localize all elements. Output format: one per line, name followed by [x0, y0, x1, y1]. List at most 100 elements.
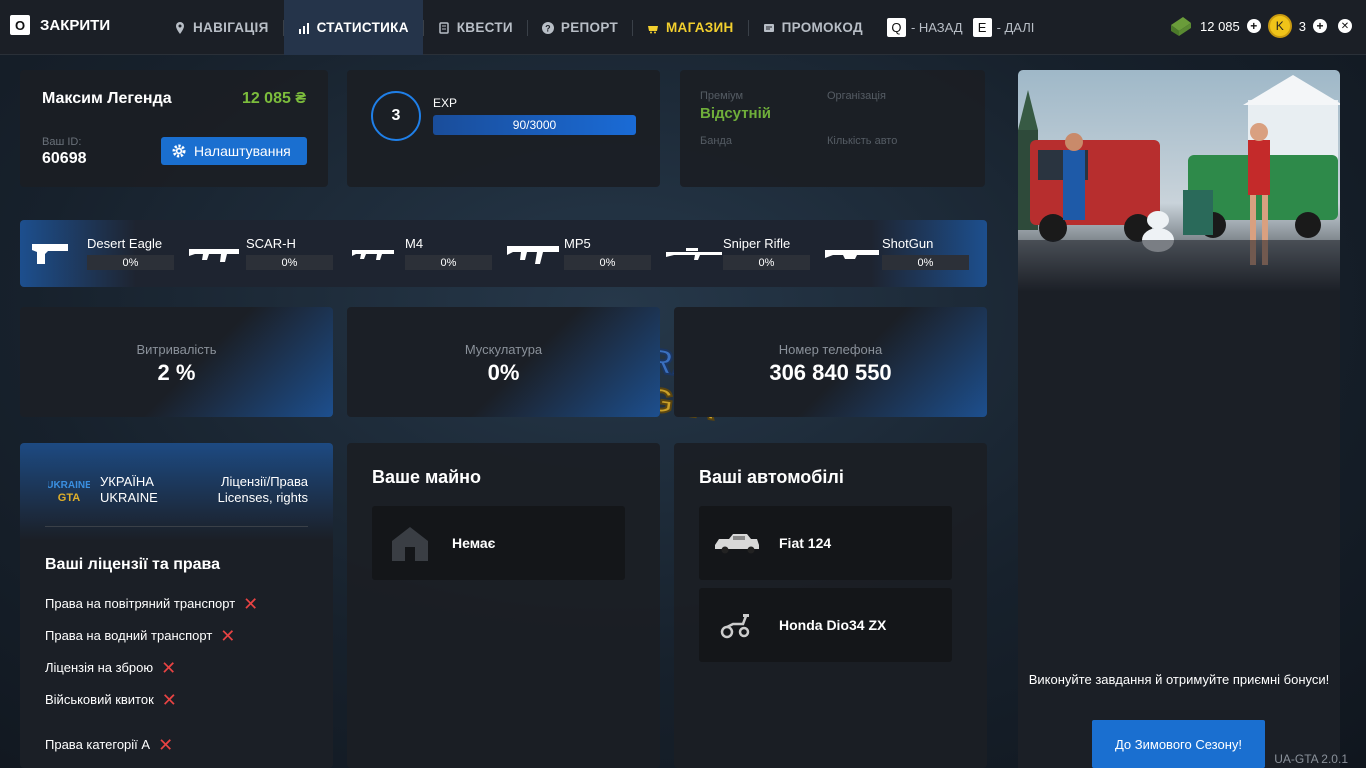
rifle-icon	[352, 250, 394, 260]
version-label: UA-GTA 2.0.1	[1274, 752, 1348, 766]
shop-icon	[648, 25, 659, 33]
divider	[45, 526, 308, 527]
nav-item-navigation[interactable]: НАВІГАЦІЯ	[160, 0, 283, 55]
type-ua: Ліцензії/Права	[221, 474, 308, 489]
nav-label: МАГАЗИН	[666, 20, 734, 35]
cross-icon: ✕	[158, 734, 174, 755]
cash-icon	[1171, 17, 1191, 36]
nav-item-statistics[interactable]: СТАТИСТИКА	[283, 0, 423, 55]
weapon-sniper-rifle: Sniper Rifle 0%	[656, 220, 815, 287]
nav-label: КВЕСТИ	[456, 20, 513, 35]
promo-description: Виконуйте завдання й отримуйте приємні б…	[1028, 672, 1330, 687]
back-key: Q	[886, 18, 906, 37]
stat-label: Витривалість	[136, 342, 217, 357]
info-panel: Преміум Відсутній Організація Банда Кіль…	[680, 70, 985, 187]
gear-icon	[172, 144, 186, 158]
weapon-name: M4	[405, 236, 424, 251]
weapon-name: MP5	[564, 236, 591, 251]
property-card[interactable]: Немає	[372, 506, 625, 580]
property-name: Немає	[452, 535, 496, 551]
exp-progress-bar: 90/3000	[433, 115, 636, 135]
close-button[interactable]: O ЗАКРИТИ	[10, 15, 110, 35]
weapon-skill-bar: 0%	[405, 255, 492, 270]
car-name: Fiat 124	[779, 535, 832, 551]
car-card[interactable]: Honda Dio34 ZX	[699, 588, 952, 662]
player-id: 60698	[42, 150, 87, 167]
winter-season-button[interactable]: До Зимового Сезону!	[1092, 720, 1265, 768]
sniper-icon	[666, 248, 722, 260]
exp-label: EXP	[433, 96, 458, 110]
back-label: - НАЗАД	[910, 20, 963, 35]
settings-button[interactable]: Налаштування	[161, 137, 307, 165]
coin-icon: K	[1267, 14, 1292, 38]
currency-area: 12 085 + K 3 + ✕	[1169, 14, 1352, 38]
licenses-title: Ваші ліцензії та права	[45, 556, 221, 573]
cross-icon: ✕	[220, 625, 236, 646]
cars-title: Ваші автомобілі	[699, 467, 844, 487]
nav-label: НАВІГАЦІЯ	[193, 20, 269, 35]
car-name: Honda Dio34 ZX	[779, 617, 887, 633]
exp-text: 90/3000	[512, 118, 557, 132]
license-name: Військовий квиток	[45, 692, 154, 707]
stat-card-stamina: Витривалість 2 %	[20, 307, 333, 417]
stat-card-muscles: Мускулатура 0%	[347, 307, 660, 417]
nav-item-shop[interactable]: МАГАЗИН	[633, 0, 748, 55]
level-panel: 3 EXP 90/3000	[347, 70, 660, 187]
license-name: Права категорії А	[45, 737, 151, 752]
weapon-name: Desert Eagle	[87, 236, 163, 251]
country-en: UKRAINE	[100, 490, 158, 505]
add-money-button[interactable]: +	[1246, 19, 1261, 33]
ticket-icon	[763, 23, 774, 32]
profile-panel: Максим Легенда 12 085 ₴ Ваш ID: 60698 На…	[20, 70, 328, 187]
cars-count-label: Кількість авто	[827, 135, 898, 147]
svg-text:GTA: GTA	[58, 492, 80, 504]
cross-icon: ✕	[161, 689, 177, 710]
close-icon[interactable]: ✕	[1338, 19, 1352, 33]
weapon-skill: 0%	[281, 256, 298, 269]
next-button[interactable]: E - ДАЛІ	[972, 18, 1035, 37]
weapon-name: SCAR-H	[246, 236, 296, 251]
settings-label: Налаштування	[194, 143, 291, 159]
nav-item-quests[interactable]: КВЕСТИ	[424, 0, 527, 55]
ukraine-gta-logo: UKRAINE GTA	[48, 480, 90, 504]
winter-season-promo: Виконуйте завдання й отримуйте приємні б…	[1018, 70, 1340, 768]
weapon-name: Sniper Rifle	[723, 236, 791, 251]
quest-icon	[439, 21, 449, 34]
stat-value: 2 %	[157, 360, 196, 385]
nav-label: ПРОМОКОД	[781, 20, 863, 35]
license-item: Ліцензія на зброю ✕	[45, 657, 177, 678]
weapon-skill-bar: 0%	[246, 255, 333, 270]
property-panel: Ваше майно Немає	[347, 443, 660, 768]
shotgun-icon	[825, 250, 879, 259]
license-item: Військовий квиток ✕	[45, 689, 177, 710]
license-item: Права категорії А ✕	[45, 734, 174, 755]
house-icon	[392, 527, 428, 561]
winter-season-image	[1018, 70, 1340, 292]
stat-label: Мускулатура	[464, 342, 543, 357]
back-button[interactable]: Q - НАЗАД	[886, 18, 963, 37]
weapon-scar-h: SCAR-H 0%	[179, 220, 338, 287]
premium-label: Преміум	[700, 90, 744, 102]
svg-text:UKRAINE: UKRAINE	[48, 480, 90, 491]
license-item: Права на водний транспорт ✕	[45, 625, 236, 646]
car-card[interactable]: Fiat 124	[699, 506, 952, 580]
nav-label: СТАТИСТИКА	[316, 20, 409, 35]
stat-value: 306 840 550	[769, 360, 892, 385]
organization-label: Організація	[827, 90, 886, 102]
weapon-skill-bar: 0%	[87, 255, 174, 270]
cross-icon: ✕	[161, 657, 177, 678]
weapon-name: ShotGun	[882, 236, 934, 251]
stat-value: 0%	[487, 360, 520, 385]
license-type: Ліцензії/Права Licenses, rights	[218, 474, 308, 506]
help-icon: ?	[541, 21, 554, 34]
weapon-skill-bar: 0%	[564, 255, 651, 270]
add-coins-button[interactable]: +	[1313, 19, 1327, 33]
close-key: O	[10, 15, 30, 35]
nav-item-report[interactable]: ? РЕПОРТ	[528, 0, 632, 55]
next-label: - ДАЛІ	[996, 20, 1035, 35]
nav-item-promocode[interactable]: ПРОМОКОД	[749, 0, 877, 55]
stat-label: Номер телефона	[778, 342, 883, 357]
property-title: Ваше майно	[372, 467, 482, 487]
stat-card-phone: Номер телефона 306 840 550	[674, 307, 987, 417]
top-bar: O ЗАКРИТИ НАВІГАЦІЯ СТАТИСТИКА КВЕСТИ ? …	[0, 0, 1366, 55]
